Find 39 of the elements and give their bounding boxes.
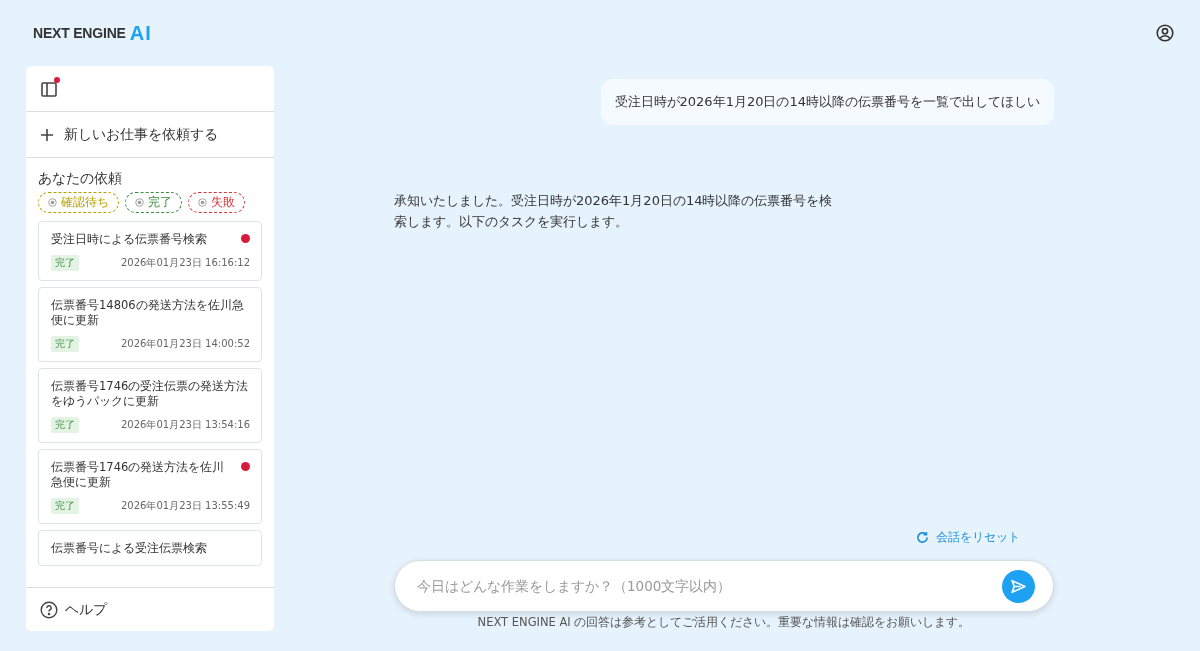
status-badge: 完了 (51, 498, 79, 514)
status-badge: 完了 (51, 336, 79, 352)
task-card[interactable]: 伝票番号による受注伝票検索 (38, 530, 262, 566)
sidebar-toggle-icon[interactable] (40, 79, 58, 98)
logo-text: NEXT ENGINE (33, 25, 126, 41)
section-heading: あなたの依頼 (38, 170, 123, 188)
help-icon (40, 600, 58, 619)
radio-icon (135, 198, 144, 207)
account-icon[interactable] (1156, 24, 1174, 42)
task-time: 2026年01月23日 14:00:52 (121, 337, 250, 351)
filter-chip[interactable]: 失敗 (188, 192, 245, 213)
logo-mark: AI (129, 21, 152, 45)
task-card[interactable]: 受注日時による伝票番号検索 完了 2026年01月23日 16:16:12 (38, 221, 262, 281)
task-title: 伝票番号1746の受注伝票の発送方法をゆうパックに更新 (51, 379, 250, 409)
disclaimer-text: NEXT ENGINE AI の回答は参考としてご活用ください。重要な情報は確認をお願いします。 (476, 615, 972, 629)
task-time: 2026年01月23日 13:54:16 (121, 418, 250, 432)
reload-icon (916, 531, 929, 544)
task-time: 2026年01月23日 13:55:49 (121, 499, 250, 513)
task-title: 伝票番号1746の発送方法を佐川急便に更新 (51, 460, 226, 490)
assistant-message: 承知いたしました。受注日時が2026年1月20日の14時以降の伝票番号を検索します。以下のタスクを実行します。 (394, 192, 834, 231)
task-card[interactable]: 伝票番号1746の受注伝票の発送方法をゆうパックに更新 完了 2026年01月23日 13:54:16 (38, 368, 262, 443)
status-badge: 完了 (51, 255, 79, 271)
help-button[interactable]: ヘルプ (26, 587, 274, 631)
task-card[interactable]: 伝票番号14806の発送方法を佐川急便に更新 完了 2026年01月23日 14:00:52 (38, 287, 262, 362)
user-message: 受注日時が2026年1月20日の14時以降の伝票番号を一覧で出してほしい (600, 79, 1054, 125)
filter-chip[interactable]: 完了 (125, 192, 182, 213)
task-time: 2026年01月23日 16:16:12 (121, 256, 250, 270)
radio-icon (198, 198, 207, 207)
task-title: 伝票番号14806の発送方法を佐川急便に更新 (51, 298, 245, 328)
radio-icon (48, 198, 57, 207)
status-badge: 完了 (51, 417, 79, 433)
task-title: 受注日時による伝票番号検索 (51, 232, 208, 247)
plus-icon (40, 127, 54, 142)
send-icon (1010, 577, 1027, 595)
send-button[interactable] (1002, 569, 1035, 603)
task-card[interactable]: 伝票番号1746の発送方法を佐川急便に更新 完了 2026年01月23日 13:55:49 (38, 449, 262, 524)
message-input-box[interactable]: 今日はどんな作業をしますか？（1000文字以内） (394, 560, 1054, 612)
message-input-field[interactable]: 今日はどんな作業をしますか？（1000文字以内） (415, 577, 994, 595)
task-title: 伝票番号による受注伝票検索 (51, 541, 208, 556)
